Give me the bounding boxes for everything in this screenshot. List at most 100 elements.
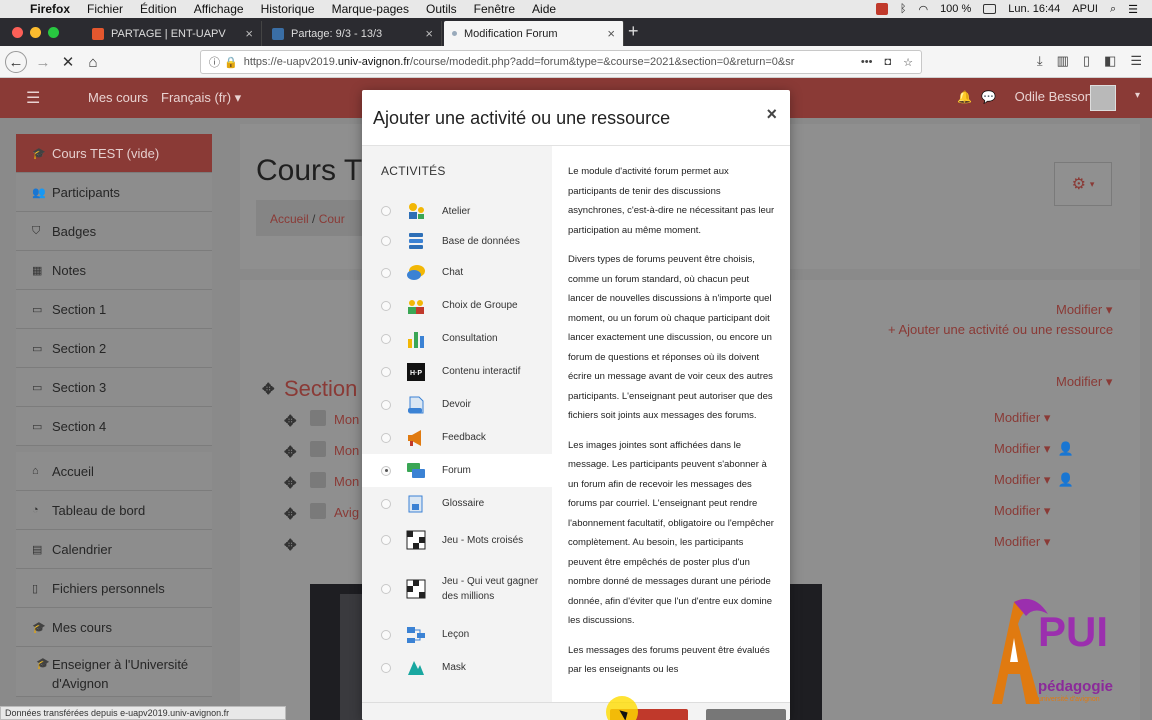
close-tab-icon[interactable]: × (425, 26, 433, 41)
activity-radio[interactable] (381, 399, 391, 410)
menu-aide[interactable]: Aide (532, 2, 556, 16)
bluetooth-icon[interactable]: ᛒ (900, 3, 907, 15)
activity-option-interactive[interactable]: H·P Contenu interactif (362, 355, 552, 388)
nav-drawer-icon[interactable]: ☰ (26, 88, 40, 108)
tab-partage-ent[interactable]: PARTAGE | ENT-UAPV × (84, 21, 262, 46)
sidebar-item-my-courses[interactable]: 🎓 Mes cours (16, 608, 212, 647)
activity-option-mask[interactable]: Mask (362, 651, 552, 684)
activity-radio[interactable] (381, 535, 391, 545)
activity-option-feedback[interactable]: Feedback (362, 421, 552, 454)
move-icon[interactable]: ✥ (284, 505, 297, 523)
edit-menu[interactable]: Modifier ▾ (994, 503, 1050, 519)
bookmark-star-icon[interactable]: ☆ (903, 56, 913, 69)
move-icon[interactable]: ✥ (284, 412, 297, 430)
edit-menu[interactable]: Modifier ▾ (1056, 302, 1112, 318)
user-name[interactable]: Odile Besson (1015, 89, 1092, 104)
close-tab-icon[interactable]: × (245, 26, 253, 41)
add-activity-link[interactable]: + Ajouter une activité ou une ressource (888, 322, 1113, 337)
sidebar-item-section-2[interactable]: ▭ Section 2 (16, 329, 212, 368)
cancel-button[interactable] (706, 709, 786, 720)
activity-radio[interactable] (381, 267, 391, 278)
menu-marque-pages[interactable]: Marque-pages (332, 2, 409, 16)
course-settings-button[interactable]: ⚙ ▾ (1054, 162, 1112, 206)
module-link[interactable]: Mon (334, 474, 359, 489)
activity-option-consultation[interactable]: Consultation (362, 322, 552, 355)
activity-option-chat[interactable]: Chat (362, 256, 552, 289)
home-icon[interactable]: ⌂ (82, 51, 104, 73)
edit-menu[interactable]: Modifier ▾ (994, 534, 1050, 550)
pocket-icon[interactable]: ◘ (884, 56, 891, 69)
module-link[interactable]: Mon (334, 412, 359, 427)
activity-option-lecon[interactable]: Leçon (362, 618, 552, 651)
sidebar-item-calendar[interactable]: ▤ Calendrier (16, 530, 212, 569)
sidebar-item-participants[interactable]: 👥 Participants (16, 173, 212, 212)
activity-radio[interactable] (381, 206, 391, 216)
notification-bell-icon[interactable]: 🔔 (957, 90, 972, 104)
spotlight-icon[interactable]: ⌕ (1110, 3, 1116, 16)
recording-icon[interactable] (875, 3, 888, 15)
activity-radio[interactable] (381, 236, 391, 246)
sidebar-item-section-1[interactable]: ▭ Section 1 (16, 290, 212, 329)
activity-option-forum[interactable]: Forum (362, 454, 552, 487)
breadcrumb-home[interactable]: Accueil (270, 212, 309, 226)
back-icon[interactable]: ← (5, 51, 27, 73)
activity-radio[interactable] (381, 498, 391, 509)
language-menu[interactable]: Français (fr) ▾ (161, 90, 241, 106)
edit-menu[interactable]: Modifier ▾ 👤 (994, 472, 1074, 488)
menu-outils[interactable]: Outils (426, 2, 457, 16)
edit-menu[interactable]: Modifier ▾ (994, 410, 1050, 426)
hamburger-menu-icon[interactable]: ☰ (1130, 53, 1142, 69)
menu-list-icon[interactable]: ☰ (1128, 3, 1138, 16)
wifi-icon[interactable]: ◠ (918, 3, 928, 16)
close-tab-icon[interactable]: × (607, 26, 615, 41)
tab-modification-forum[interactable]: Modification Forum × (444, 21, 624, 46)
sidebar-item-dashboard[interactable]: ◔ Tableau de bord (16, 491, 212, 530)
menu-affichage[interactable]: Affichage (194, 2, 244, 16)
zoom-window-icon[interactable] (48, 27, 59, 38)
page-actions-icon[interactable]: ••• (861, 56, 873, 69)
clock[interactable]: Lun. 16:44 (1008, 3, 1060, 15)
url-bar[interactable]: ⓘ 🔒 https://e-uapv2019. univ-avignon.fr … (200, 50, 922, 74)
edit-menu[interactable]: Modifier ▾ (1056, 374, 1112, 390)
activity-option-group-choice[interactable]: Choix de Groupe (362, 289, 552, 322)
tab-partage-dates[interactable]: Partage: 9/3 - 13/3 × (264, 21, 442, 46)
avatar[interactable] (1090, 85, 1116, 111)
activity-option-atelier[interactable]: Atelier (362, 196, 552, 226)
sidebar-toggle-icon[interactable]: ▯ (1083, 53, 1090, 69)
activity-option-database[interactable]: Base de données (362, 226, 552, 256)
module-link[interactable]: Mon (334, 443, 359, 458)
my-courses-link[interactable]: Mes cours (88, 90, 148, 105)
close-icon[interactable]: × (766, 104, 777, 125)
menu-fenetre[interactable]: Fenêtre (474, 2, 515, 16)
sidebar-item-accueil[interactable]: ⌂ Accueil (16, 452, 212, 491)
activity-option-devoir[interactable]: Devoir (362, 388, 552, 421)
activity-option-glossaire[interactable]: Glossaire (362, 487, 552, 520)
activity-radio[interactable] (381, 366, 391, 377)
module-link[interactable]: Avig (334, 505, 359, 520)
activity-radio[interactable] (381, 432, 391, 443)
library-icon[interactable]: ▥ (1057, 53, 1069, 69)
activity-option-crossword[interactable]: Jeu - Mots croisés (362, 520, 552, 560)
move-icon[interactable]: ✥ (284, 474, 297, 492)
move-icon[interactable]: ✥ (262, 380, 275, 398)
move-icon[interactable]: ✥ (284, 443, 297, 461)
battery-icon[interactable] (983, 4, 997, 14)
menubar-user[interactable]: APUI (1072, 3, 1098, 15)
activity-radio-selected[interactable] (381, 465, 391, 476)
downloads-icon[interactable]: ⤓ (1037, 53, 1043, 69)
close-window-icon[interactable] (12, 27, 23, 38)
activity-radio[interactable] (381, 662, 391, 673)
activity-radio[interactable] (381, 333, 391, 344)
move-icon[interactable]: ✥ (284, 536, 297, 554)
activity-radio[interactable] (381, 629, 391, 640)
minimize-window-icon[interactable] (30, 27, 41, 38)
menu-historique[interactable]: Historique (261, 2, 315, 16)
sidebar-item-section-3[interactable]: ▭ Section 3 (16, 368, 212, 407)
messages-icon[interactable]: 💬 (981, 90, 996, 104)
forward-icon[interactable]: → (32, 51, 54, 73)
user-menu-caret-icon[interactable]: ▾ (1135, 90, 1140, 101)
menu-app-name[interactable]: Firefox (30, 2, 70, 16)
edit-menu[interactable]: Modifier ▾ 👤 (994, 441, 1074, 457)
menu-edition[interactable]: Édition (140, 2, 177, 16)
activity-radio[interactable] (381, 584, 391, 594)
